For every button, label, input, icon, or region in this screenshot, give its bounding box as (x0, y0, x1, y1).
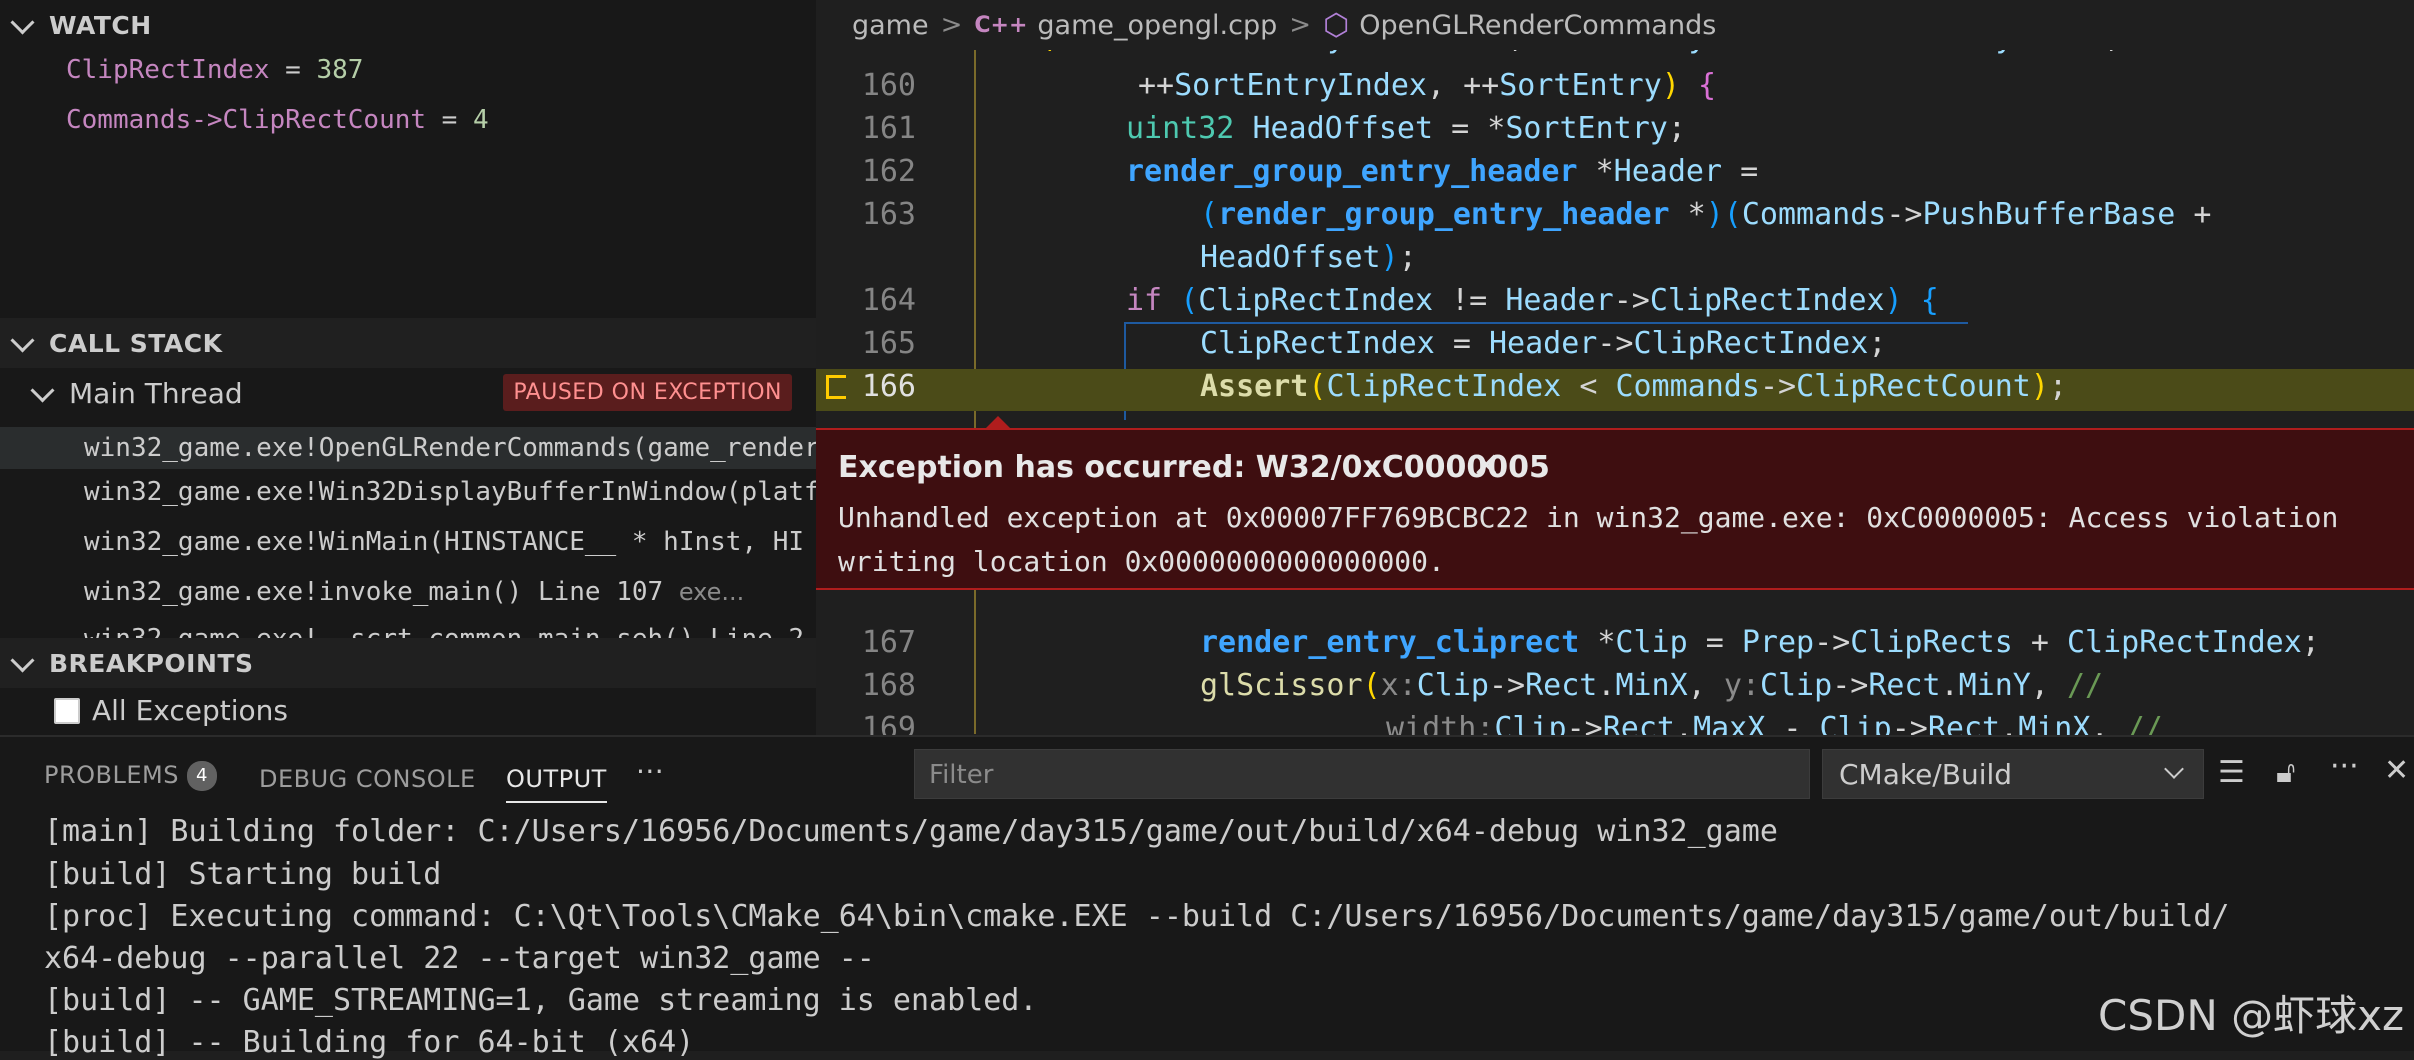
code-line: 163 (render_group_entry_header *)(Comman… (861, 197, 2212, 232)
exception-title: Exception has occurred: W32/0xC0000005 (838, 450, 1550, 485)
breadcrumb: game > C++ game_opengl.cpp > ⬡ OpenGLRen… (816, 0, 2414, 50)
stack-frame[interactable]: win32_game.exe!OpenGLRenderCommands(game… (0, 427, 816, 469)
code-line: 165 ClipRectIndex = Header->ClipRectInde… (861, 326, 1887, 361)
symbol-method-icon: ⬡ (1323, 7, 1350, 43)
output-line: [proc] Executing command: C:\Qt\Tools\CM… (44, 899, 2230, 934)
exception-widget: Exception has occurred: W32/0xC0000005 ✕… (816, 428, 2414, 590)
code-line: 167 render_entry_cliprect *Clip = Prep->… (861, 625, 2320, 660)
code-line: HeadOffset); (1200, 240, 1417, 275)
more-actions-icon[interactable]: ··· (2330, 749, 2359, 784)
exception-pointer (986, 416, 1010, 428)
stack-frame[interactable]: win32_game.exe!invoke_main() Line 107 ex… (84, 577, 744, 607)
tab-output[interactable]: OUTPUT (506, 765, 607, 803)
breakpoint-all-exceptions[interactable]: All Exceptions (54, 694, 288, 727)
close-panel-icon[interactable]: ✕ (2384, 753, 2409, 788)
tab-problems[interactable]: PROBLEMS 4 (44, 761, 217, 791)
cpp-file-icon: C++ (974, 12, 1028, 38)
tab-debug-console[interactable]: DEBUG CONSOLE (259, 765, 476, 793)
breadcrumb-symbol[interactable]: OpenGLRenderCommands (1359, 10, 1716, 41)
chevron-down-icon (2164, 759, 2184, 779)
call-stack-title: CALL STACK (49, 328, 223, 358)
watch-section-header[interactable]: WATCH (0, 0, 816, 50)
chevron-down-icon (10, 647, 35, 673)
output-channel-select[interactable]: CMake/Build (1822, 749, 2204, 799)
stack-frame[interactable]: win32_game.exe!WinMain(HINSTANCE__ * hIn… (84, 527, 804, 557)
code-line: 164 if (ClipRectIndex != Header->ClipRec… (861, 283, 1939, 318)
watch-title: WATCH (49, 10, 152, 40)
output-line: [build] -- GAME_STREAMING=1, Game stream… (44, 983, 1038, 1018)
output-line: x64-debug --parallel 22 --target win32_g… (44, 941, 875, 976)
more-actions-icon[interactable]: ··· (636, 755, 664, 788)
chevron-right-icon: > (1289, 10, 1312, 40)
exception-message: Unhandled exception at 0x00007FF769BCBC2… (838, 501, 2339, 578)
problems-count-badge: 4 (186, 761, 217, 791)
code-editor[interactable]: game > C++ game_opengl.cpp > ⬡ OpenGLRen… (816, 0, 2414, 735)
watch-item[interactable]: ClipRectIndex = 387 (66, 55, 363, 85)
bottom-panel: PROBLEMS 4 DEBUG CONSOLE OUTPUT ··· Filte… (0, 735, 2414, 1060)
call-stack-section-header[interactable]: CALL STACK (0, 318, 816, 368)
thread-name: Main Thread (69, 376, 243, 410)
all-exceptions-checkbox[interactable] (54, 697, 80, 724)
breadcrumb-folder[interactable]: game (852, 10, 929, 41)
code-line: 160 ++SortEntryIndex, ++SortEntry) { (861, 68, 1716, 103)
output-filter-input[interactable]: Filter (914, 749, 1810, 799)
code-line: 169 width:Clip->Rect.MaxX - Clip->Rect.M… (861, 711, 2163, 735)
code-line: 161 uint32 HeadOffset = *SortEntry; (861, 111, 1686, 146)
output-line: [main] Building folder: C:/Users/16956/D… (44, 814, 1778, 849)
code-line: 162 render_group_entry_header *Header = (861, 154, 1759, 189)
output-line: [build] -- Building for 64-bit (x64) (44, 1025, 695, 1060)
chevron-right-icon: > (940, 10, 963, 40)
breakpoints-title: BREAKPOINTS (49, 648, 254, 678)
paused-status-badge: PAUSED ON EXCEPTION (503, 374, 792, 411)
code-line: 168 glScissor(x:Clip->Rect.MinX, y:Clip-… (861, 668, 2104, 703)
debug-sidebar: WATCH ClipRectIndex = 387 Commands->Clip… (0, 0, 816, 735)
chevron-down-icon (10, 9, 35, 35)
close-icon[interactable]: ✕ (1472, 446, 1501, 486)
chevron-down-icon (30, 377, 55, 403)
watermark-text: CSDN @虾球xz (2098, 991, 2404, 1040)
lock-scroll-icon[interactable]: 🔓︎ (2276, 755, 2295, 790)
breadcrumb-file[interactable]: game_opengl.cpp (1037, 10, 1277, 41)
current-execution-line: 166 Assert(ClipRectIndex < Commands->Cli… (816, 369, 2414, 411)
clear-output-icon[interactable]: ☰ (2218, 755, 2245, 790)
stack-frame[interactable]: win32_game.exe!Win32DisplayBufferInWindo… (84, 477, 816, 507)
breakpoints-section-header[interactable]: BREAKPOINTS (0, 638, 816, 688)
output-line: [build] Starting build (44, 857, 442, 892)
chevron-down-icon (10, 327, 35, 353)
watch-item[interactable]: Commands->ClipRectCount = 4 (66, 105, 489, 135)
